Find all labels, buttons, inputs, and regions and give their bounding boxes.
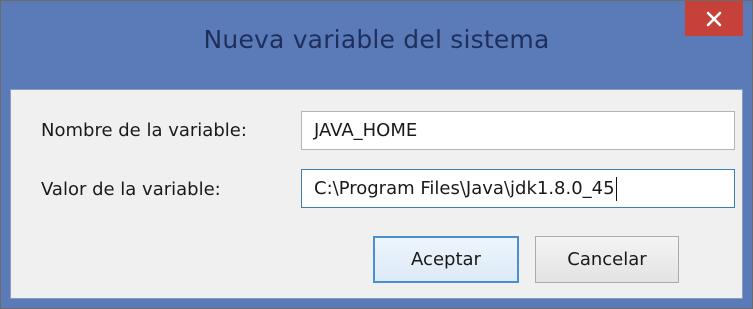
- title-bar[interactable]: Nueva variable del sistema: [1, 1, 752, 89]
- dialog-title: Nueva variable del sistema: [203, 25, 550, 54]
- close-icon: [706, 11, 722, 27]
- variable-name-label: Nombre de la variable:: [41, 120, 247, 141]
- cancel-button[interactable]: Cancelar: [535, 236, 679, 283]
- variable-value-text: C:\Program Files\Java\jdk1.8.0_45: [314, 178, 615, 199]
- dialog-window: Nueva variable del sistema Nombre de la …: [0, 0, 753, 309]
- variable-value-input[interactable]: C:\Program Files\Java\jdk1.8.0_45: [301, 169, 735, 208]
- accept-button[interactable]: Aceptar: [373, 236, 519, 283]
- close-button[interactable]: [685, 1, 743, 36]
- variable-name-input[interactable]: JAVA_HOME: [301, 111, 735, 150]
- dialog-body: Nombre de la variable: JAVA_HOME Valor d…: [10, 89, 743, 299]
- variable-value-label: Valor de la variable:: [41, 179, 221, 200]
- text-caret: [615, 177, 617, 201]
